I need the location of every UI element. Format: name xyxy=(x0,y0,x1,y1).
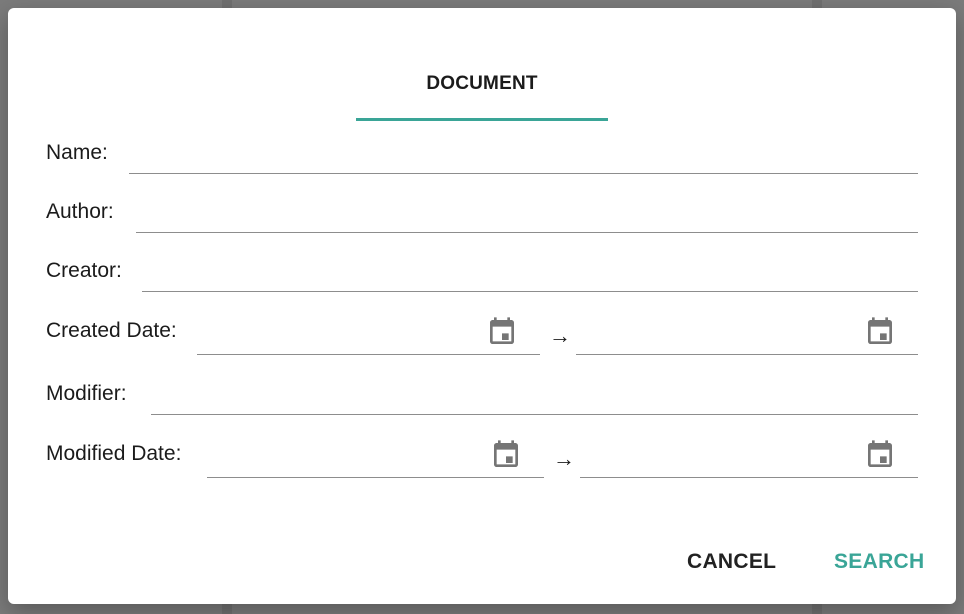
calendar-icon[interactable] xyxy=(490,438,522,472)
creator-input[interactable] xyxy=(142,254,918,291)
search-dialog: DOCUMENT Name: Author: Creator: Created … xyxy=(8,8,956,604)
modified-date-separator: → xyxy=(553,446,575,471)
tab-indicator xyxy=(356,118,608,121)
modified-date-from xyxy=(207,434,544,478)
creator-label: Creator: xyxy=(46,259,122,282)
calendar-icon[interactable] xyxy=(486,315,518,349)
created-date-row: Created Date: → xyxy=(46,308,918,358)
modified-date-to-input[interactable] xyxy=(580,434,868,477)
name-row: Name: xyxy=(46,136,918,184)
author-row: Author: xyxy=(46,195,918,243)
search-button[interactable]: SEARCH xyxy=(834,550,924,574)
created-date-from xyxy=(197,311,540,355)
modifier-row: Modifier: xyxy=(46,377,918,425)
modified-date-row: Modified Date: → xyxy=(46,431,918,481)
modified-date-label: Modified Date: xyxy=(46,442,182,465)
author-label: Author: xyxy=(46,200,114,223)
author-field xyxy=(136,195,918,233)
modifier-label: Modifier: xyxy=(46,382,127,405)
name-label: Name: xyxy=(46,141,108,164)
tab-document[interactable]: DOCUMENT xyxy=(356,64,608,121)
name-field xyxy=(129,136,918,174)
created-date-label: Created Date: xyxy=(46,319,177,342)
name-input[interactable] xyxy=(129,136,918,173)
modifier-input[interactable] xyxy=(151,377,918,414)
calendar-icon[interactable] xyxy=(864,438,896,472)
calendar-icon[interactable] xyxy=(864,315,896,349)
modified-date-to xyxy=(580,434,918,478)
created-date-to-input[interactable] xyxy=(576,311,868,354)
modified-date-from-input[interactable] xyxy=(207,434,494,477)
modifier-field xyxy=(151,377,918,415)
author-input[interactable] xyxy=(136,195,918,232)
cancel-button[interactable]: CANCEL xyxy=(687,550,776,574)
creator-field xyxy=(142,254,918,292)
creator-row: Creator: xyxy=(46,254,918,302)
created-date-to xyxy=(576,311,918,355)
created-date-from-input[interactable] xyxy=(197,311,490,354)
created-date-separator: → xyxy=(549,323,571,348)
